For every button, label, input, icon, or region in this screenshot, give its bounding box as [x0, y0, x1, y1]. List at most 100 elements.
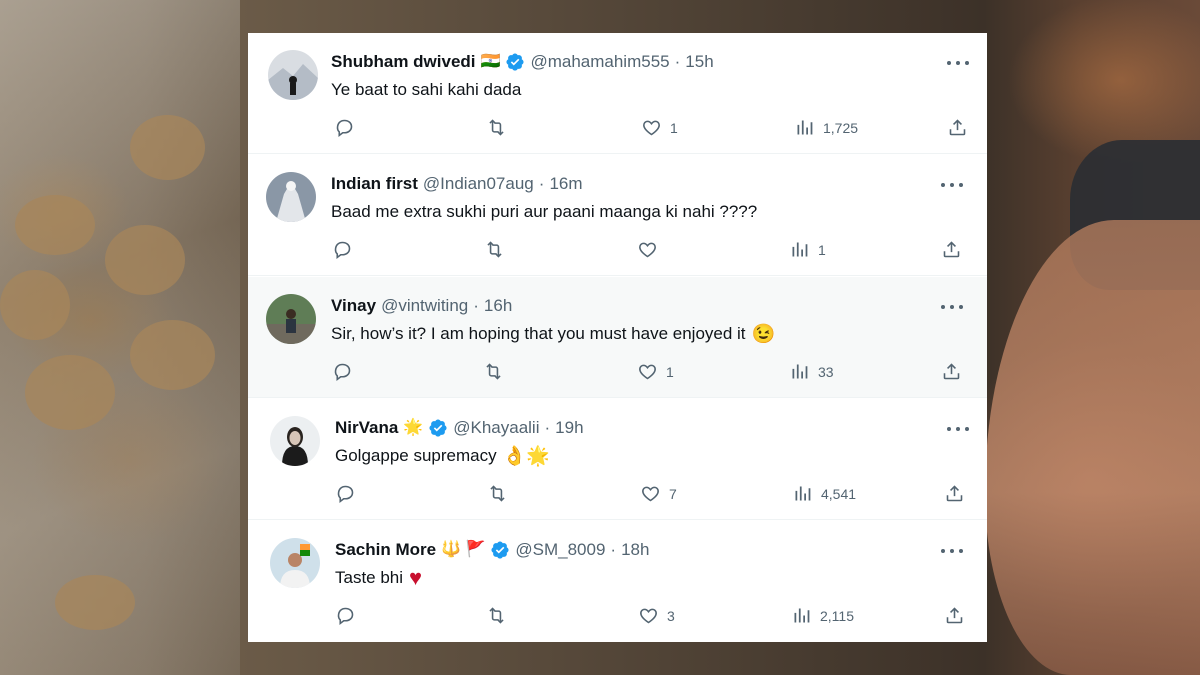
retweet-button[interactable] — [483, 361, 512, 382]
like-count: 3 — [667, 607, 675, 624]
more-icon[interactable] — [947, 55, 969, 71]
retweet-button[interactable] — [484, 239, 513, 260]
avatar[interactable] — [266, 294, 316, 344]
like-button[interactable] — [637, 239, 666, 260]
views-button[interactable]: 33 — [789, 361, 834, 382]
tweet[interactable]: Shubham dwivedi 🇮🇳 @mahamahim555 · 15h Y… — [248, 33, 987, 154]
display-name[interactable]: Vinay — [331, 294, 376, 318]
tweet-actions: 1 33 — [248, 361, 987, 385]
wink-emoji: 😉 — [751, 323, 776, 345]
share-button[interactable] — [944, 483, 965, 504]
avatar[interactable] — [266, 172, 316, 222]
tweet-header: Vinay @vintwiting · 16h — [331, 294, 512, 318]
retweet-button[interactable] — [486, 605, 515, 626]
background-puri — [55, 575, 135, 630]
avatar-image — [270, 538, 320, 588]
more-icon[interactable] — [947, 421, 969, 437]
avatar[interactable] — [270, 416, 320, 466]
tweet[interactable]: Sachin More 🔱 🚩 @SM_8009 · 18h Taste bhi… — [248, 521, 987, 642]
share-button[interactable] — [944, 605, 965, 626]
tweet-actions: 1 — [248, 239, 987, 263]
tweet[interactable]: Indian first @Indian07aug · 16m Baad me … — [248, 155, 987, 276]
tweet-header: Shubham dwivedi 🇮🇳 @mahamahim555 · 15h — [331, 50, 714, 74]
retweet-button[interactable] — [487, 483, 516, 504]
tweet-text-row: Taste bhi ♥ — [335, 566, 422, 590]
reply-button[interactable] — [334, 117, 363, 138]
more-icon[interactable] — [941, 299, 963, 315]
like-button[interactable]: 7 — [640, 483, 677, 504]
tweet-actions: 1 1,725 — [248, 117, 987, 141]
tweet-text-row: Golgappe supremacy 👌🌟 — [335, 444, 550, 468]
tweet-header: NirVana 🌟 @Khayaalii · 19h — [335, 416, 584, 440]
tweet-header: Indian first @Indian07aug · 16m — [331, 172, 583, 196]
views-icon — [797, 120, 813, 135]
views-icon — [792, 364, 808, 379]
views-button[interactable]: 1,725 — [794, 117, 858, 138]
tweet[interactable]: NirVana 🌟 @Khayaalii · 19h Golgappe supr… — [248, 399, 987, 520]
background-puri — [15, 195, 95, 255]
separator-dot: · — [674, 52, 681, 71]
tweet-text: Golgappe supremacy — [335, 446, 497, 465]
view-count: 2,115 — [820, 607, 854, 624]
like-icon — [640, 608, 657, 624]
more-icon[interactable] — [941, 543, 963, 559]
timestamp[interactable]: 16m — [549, 172, 582, 196]
tweet-text-row: Sir, how’s it? I am hoping that you must… — [331, 322, 775, 346]
handle[interactable]: @mahamahim555 — [530, 50, 669, 74]
views-button[interactable]: 2,115 — [791, 605, 854, 626]
display-name[interactable]: Shubham dwivedi — [331, 50, 476, 74]
views-button[interactable]: 1 — [789, 239, 826, 260]
display-name[interactable]: Indian first — [331, 172, 418, 196]
reply-icon — [337, 485, 354, 503]
reply-button[interactable] — [335, 605, 364, 626]
reply-button[interactable] — [335, 483, 364, 504]
background-arm — [985, 220, 1200, 675]
view-count: 1 — [818, 241, 826, 258]
views-icon — [792, 242, 808, 257]
tweet[interactable]: Vinay @vintwiting · 16h Sir, how’s it? I… — [248, 277, 987, 398]
tweet-text: Sir, how’s it? I am hoping that you must… — [331, 324, 746, 343]
background-puri — [130, 115, 205, 180]
timestamp[interactable]: 15h — [685, 50, 713, 74]
like-count: 7 — [669, 485, 677, 502]
like-button[interactable]: 1 — [641, 117, 678, 138]
timestamp[interactable]: 18h — [621, 538, 649, 562]
separator-dot: · — [538, 174, 545, 193]
like-button[interactable]: 1 — [637, 361, 674, 382]
timestamp[interactable]: 16h — [484, 294, 512, 318]
timestamp[interactable]: 19h — [555, 416, 583, 440]
like-icon — [639, 364, 656, 380]
reply-icon — [337, 607, 354, 625]
handle[interactable]: @SM_8009 — [515, 538, 605, 562]
view-count: 1,725 — [823, 119, 859, 136]
view-count: 4,541 — [821, 485, 857, 502]
views-button[interactable]: 4,541 — [792, 483, 856, 504]
share-button[interactable] — [947, 117, 968, 138]
like-icon — [642, 486, 659, 502]
handle[interactable]: @Khayaalii — [453, 416, 539, 440]
like-icon — [643, 120, 660, 136]
tweet-actions: 7 4,541 — [248, 483, 987, 507]
separator-dot: · — [473, 296, 479, 315]
display-name[interactable]: Sachin More — [335, 538, 436, 562]
retweet-icon — [489, 119, 504, 136]
share-icon — [946, 485, 963, 502]
retweet-button[interactable] — [486, 117, 515, 138]
reply-button[interactable] — [332, 239, 361, 260]
reply-button[interactable] — [332, 361, 361, 382]
background-puri — [130, 320, 215, 390]
tweet-header: Sachin More 🔱 🚩 @SM_8009 · 18h — [335, 538, 649, 562]
verified-badge-icon — [428, 418, 448, 438]
handle[interactable]: @Indian07aug — [423, 172, 534, 196]
display-name[interactable]: NirVana — [335, 416, 398, 440]
tweet-text: Taste bhi — [335, 568, 404, 587]
avatar[interactable] — [270, 538, 320, 588]
retweet-icon — [486, 363, 501, 380]
handle[interactable]: @vintwiting — [381, 294, 468, 318]
like-button[interactable]: 3 — [638, 605, 675, 626]
separator-dot: · — [610, 540, 617, 559]
avatar[interactable] — [268, 50, 318, 100]
share-button[interactable] — [941, 239, 962, 260]
more-icon[interactable] — [941, 177, 963, 193]
share-button[interactable] — [941, 361, 962, 382]
